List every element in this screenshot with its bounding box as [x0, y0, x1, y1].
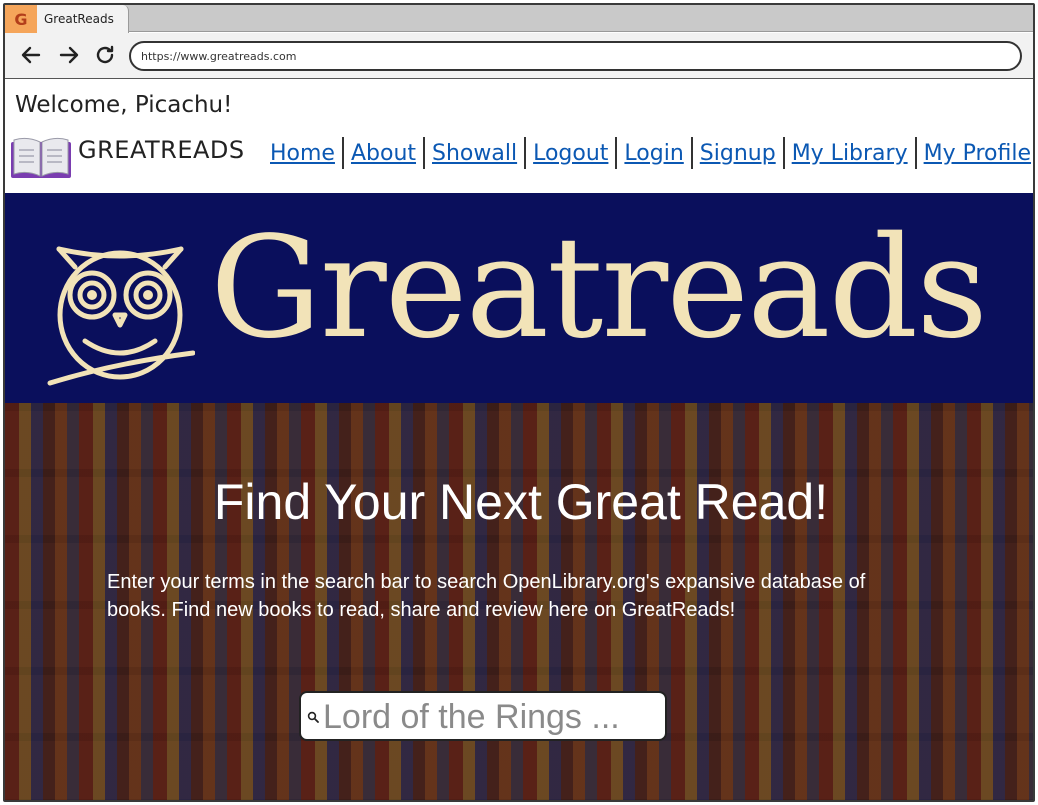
address-bar[interactable]: [129, 41, 1022, 71]
hero-description: Enter your terms in the search bar to se…: [107, 571, 866, 621]
reload-icon: [96, 45, 114, 64]
banner-title: Greatreads: [210, 207, 988, 370]
nav-signup[interactable]: Signup: [695, 141, 781, 166]
nav-divider: [782, 137, 785, 169]
nav-divider: [341, 137, 344, 169]
arrow-right-icon: [59, 46, 79, 64]
hero-banner: Greatreads: [5, 193, 1033, 403]
favicon-icon: G: [5, 5, 37, 33]
browser-toolbar: [5, 33, 1033, 79]
nav-divider: [690, 137, 693, 169]
nav-divider: [423, 137, 426, 169]
nav-divider: [524, 137, 527, 169]
brand-name: GREATREADS: [78, 136, 245, 164]
owl-icon: [47, 246, 195, 386]
nav-login[interactable]: Login: [619, 141, 688, 166]
reload-button[interactable]: [93, 43, 117, 67]
arrow-left-icon: [21, 46, 41, 64]
back-button[interactable]: [19, 43, 43, 67]
forward-button[interactable]: [57, 43, 81, 67]
nav-divider: [615, 137, 618, 169]
nav-logout[interactable]: Logout: [528, 141, 613, 166]
nav-my-profile[interactable]: My Profile: [919, 141, 1033, 166]
main-nav: Home About Showall Logout Login Signup M…: [265, 136, 1033, 170]
tab-title: GreatReads: [44, 12, 114, 26]
nav-showall[interactable]: Showall: [427, 141, 522, 166]
nav-home[interactable]: Home: [265, 141, 340, 166]
nav-divider: [914, 137, 917, 169]
search-icon: [307, 711, 319, 723]
tab-strip: G GreatReads: [5, 5, 1033, 33]
search-box[interactable]: [299, 691, 667, 741]
search-hero: Find Your Next Great Read! Enter your te…: [5, 403, 1033, 800]
welcome-message: Welcome, Picachu!: [15, 92, 233, 118]
open-book-icon: [10, 136, 72, 180]
url-input[interactable]: [141, 43, 1001, 69]
browser-window: G GreatReads Welcome, Picachu! GREATREAD…: [3, 3, 1035, 802]
search-input[interactable]: [323, 697, 663, 737]
nav-my-library[interactable]: My Library: [787, 141, 913, 166]
nav-about[interactable]: About: [346, 141, 421, 166]
browser-tab[interactable]: G GreatReads: [5, 5, 129, 33]
hero-title: Find Your Next Great Read!: [213, 474, 829, 530]
